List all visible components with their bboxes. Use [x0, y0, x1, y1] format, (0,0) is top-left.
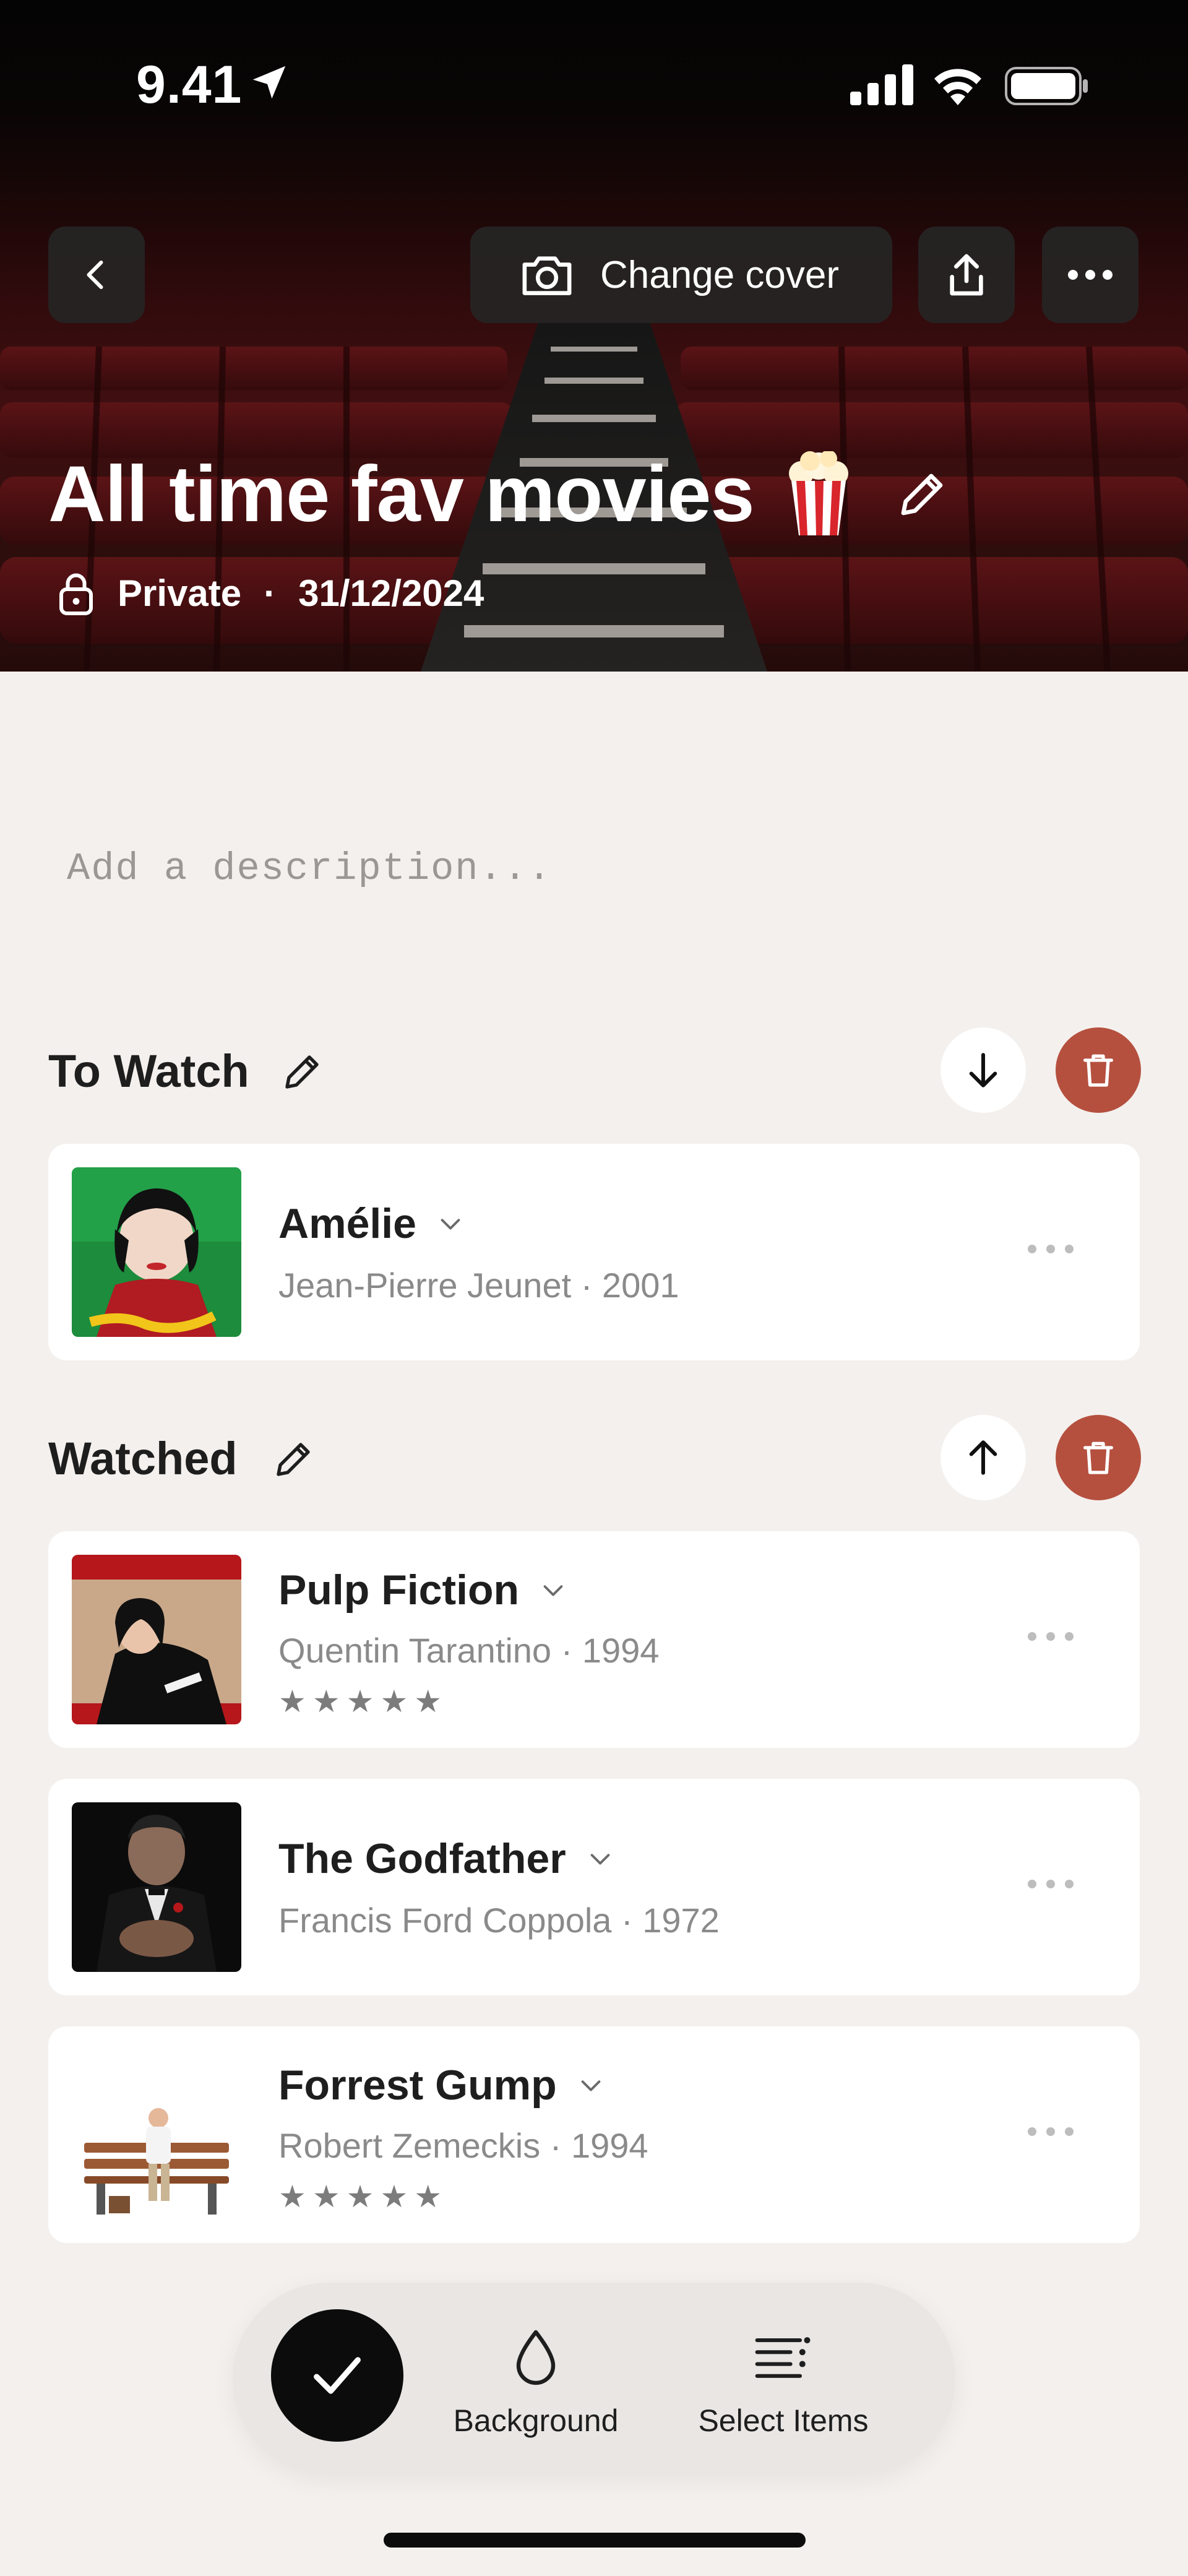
section-title: Watched	[48, 1433, 238, 1484]
background-button[interactable]: Background	[449, 2327, 622, 2439]
home-indicator	[384, 2533, 806, 2548]
item-title: Amélie	[278, 1200, 416, 1247]
item-subtitle: Quentin Tarantino · 1994	[278, 1631, 660, 1670]
item-more-icon[interactable]	[1026, 2125, 1075, 2138]
list-item[interactable]: Pulp Fiction Quentin Tarantino · 1994 ★★…	[48, 1531, 1140, 1748]
drop-icon	[516, 2330, 556, 2385]
location-arrow-icon	[252, 66, 286, 99]
list-item[interactable]: The Godfather Francis Ford Coppola · 197…	[48, 1779, 1140, 1995]
star-rating[interactable]: ★★★★★	[278, 2179, 448, 2215]
lock-icon	[59, 573, 93, 615]
star-rating[interactable]: ★★★★★	[278, 1683, 448, 1719]
meta-separator: ·	[264, 572, 277, 614]
arrow-up-icon	[969, 1440, 997, 1475]
item-more-icon[interactable]	[1026, 1878, 1075, 1890]
list-date: 31/12/2024	[298, 572, 484, 614]
section-header-watched: Watched	[48, 1415, 1141, 1502]
status-time: 9.41	[136, 55, 243, 115]
arrow-down-icon	[969, 1053, 997, 1087]
ellipsis-icon	[1068, 270, 1113, 280]
trash-icon	[1083, 1441, 1113, 1474]
item-more-icon[interactable]	[1026, 1630, 1075, 1643]
chevron-down-icon[interactable]	[577, 2071, 605, 2099]
item-subtitle: Francis Ford Coppola · 1972	[278, 1901, 720, 1940]
background-label: Background	[453, 2403, 619, 2438]
chevron-left-icon	[87, 261, 103, 289]
cellular-signal-icon	[850, 64, 913, 105]
list-lines-icon	[755, 2337, 811, 2378]
move-section-up-button[interactable]	[940, 1415, 1026, 1500]
edit-section-icon[interactable]	[280, 1050, 324, 1094]
status-bar: 9.41	[0, 0, 1188, 179]
more-options-button[interactable]	[1042, 227, 1138, 323]
move-section-down-button[interactable]	[940, 1027, 1026, 1113]
section-title: To Watch	[48, 1045, 249, 1097]
item-title-row: Pulp Fiction	[278, 1566, 567, 1614]
privacy-label: Private	[118, 572, 242, 614]
change-cover-label: Change cover	[600, 253, 840, 296]
item-more-icon[interactable]	[1026, 1243, 1075, 1255]
back-button[interactable]	[48, 227, 145, 323]
item-title: Pulp Fiction	[278, 1567, 520, 1614]
poster-amelie	[72, 1167, 241, 1337]
share-button[interactable]	[918, 227, 1015, 323]
chevron-down-icon[interactable]	[436, 1209, 465, 1238]
section-header-to-watch: To Watch	[48, 1027, 1141, 1114]
item-subtitle: Jean-Pierre Jeunet · 2001	[278, 1266, 679, 1305]
item-title-row: The Godfather	[278, 1835, 614, 1883]
item-subtitle: Robert Zemeckis · 1994	[278, 2126, 648, 2165]
list-item[interactable]: Amélie Jean-Pierre Jeunet · 2001	[48, 1144, 1140, 1360]
edit-section-icon[interactable]	[271, 1437, 316, 1482]
item-title-row: Forrest Gump	[278, 2061, 605, 2109]
poster-pulp-fiction	[72, 1555, 241, 1724]
select-items-label: Select Items	[698, 2403, 869, 2438]
done-button[interactable]	[271, 2309, 403, 2442]
chevron-down-icon[interactable]	[586, 1844, 614, 1873]
item-title-row: Amélie	[278, 1199, 465, 1248]
list-title: All time fav movies	[48, 450, 755, 538]
list-meta: Private · 31/12/2024	[57, 571, 484, 615]
list-title-row: All time fav movies	[48, 449, 950, 540]
wifi-icon	[934, 69, 981, 105]
delete-section-button[interactable]	[1056, 1027, 1141, 1113]
select-items-button[interactable]: Select Items	[678, 2327, 889, 2439]
list-item[interactable]: Forrest Gump Robert Zemeckis · 1994 ★★★★…	[48, 2026, 1140, 2243]
trash-icon	[1083, 1054, 1113, 1087]
battery-icon	[1005, 67, 1088, 105]
checkmark-icon	[314, 2357, 361, 2394]
edit-title-icon[interactable]	[894, 467, 950, 522]
description-input[interactable]: Add a description...	[67, 847, 552, 891]
bottom-toolbar: Background Select Items	[233, 2283, 955, 2474]
item-title: The Godfather	[278, 1835, 566, 1882]
popcorn-icon	[788, 451, 848, 535]
item-title: Forrest Gump	[278, 2062, 557, 2109]
share-icon	[950, 254, 983, 296]
chevron-down-icon[interactable]	[539, 1576, 567, 1604]
poster-forrest-gump	[72, 2050, 241, 2219]
change-cover-button[interactable]: Change cover	[470, 227, 892, 323]
delete-section-button[interactable]	[1056, 1415, 1141, 1500]
cover-image: 9.41 Change cover All time fav movies Pr…	[0, 0, 1188, 672]
poster-the-godfather	[72, 1802, 241, 1972]
camera-icon	[522, 256, 572, 295]
